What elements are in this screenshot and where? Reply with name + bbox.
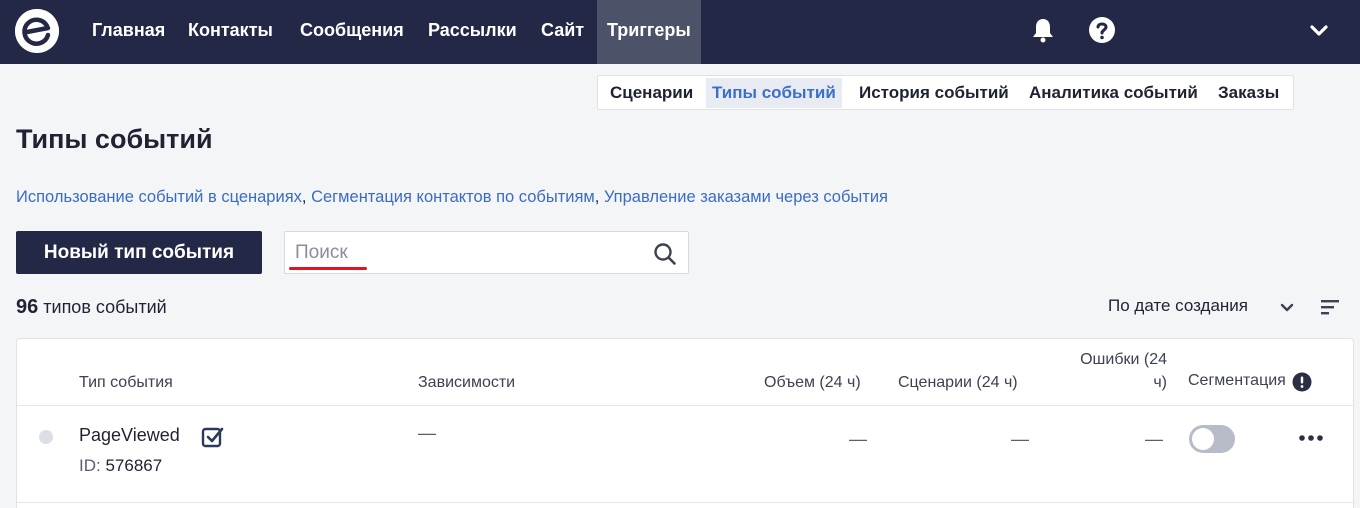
sort-selector[interactable]: По дате создания — [1108, 296, 1248, 316]
help-icon[interactable] — [1088, 16, 1116, 44]
spellcheck-underline — [289, 267, 367, 270]
nav-item-mailings[interactable]: Рассылки — [428, 0, 517, 64]
brand-logo-icon[interactable] — [15, 9, 59, 53]
tab-event-history[interactable]: История событий — [853, 78, 1015, 108]
more-actions-icon[interactable] — [1297, 431, 1325, 443]
column-header-segmentation[interactable]: Сегментация — [1188, 372, 1286, 390]
count-value: 96 — [16, 296, 39, 318]
nav-item-site[interactable]: Сайт — [541, 0, 584, 64]
link-events-in-scenarios[interactable]: Использование событий в сценариях — [16, 188, 302, 206]
segmentation-toggle[interactable] — [1189, 425, 1235, 453]
nav-item-messages[interactable]: Сообщения — [300, 0, 404, 64]
nav-item-triggers[interactable]: Триггеры — [597, 0, 701, 64]
status-dot-icon — [39, 430, 53, 444]
column-header-volume[interactable]: Объем (24 ч) — [764, 374, 861, 392]
errors-value: — — [1145, 429, 1163, 449]
nav-item-contacts[interactable]: Контакты — [188, 0, 273, 64]
info-icon[interactable] — [1292, 372, 1312, 392]
scenarios-value: — — [1011, 429, 1029, 449]
subnav-tabs: Сценарии Типы событий История событий Ан… — [597, 75, 1294, 110]
link-separator: , — [301, 188, 312, 206]
link-separator: , — [594, 188, 604, 206]
link-orders-management[interactable]: Управление заказами через события — [604, 188, 888, 206]
event-id-label: ID: — [79, 456, 101, 475]
sort-order-icon[interactable] — [1320, 298, 1340, 316]
tab-event-analytics[interactable]: Аналитика событий — [1023, 78, 1204, 108]
checkbox-edit-icon[interactable] — [201, 425, 225, 449]
link-contact-segmentation[interactable]: Сегментация контактов по событиям — [311, 188, 595, 206]
page-title: Типы событий — [16, 124, 213, 154]
event-types-table: Тип события Зависимости Объем (24 ч) Сце… — [16, 338, 1354, 508]
new-event-type-button[interactable]: Новый тип события — [16, 231, 262, 274]
search-input[interactable] — [295, 240, 635, 266]
tab-event-types[interactable]: Типы событий — [706, 78, 842, 108]
column-header-errors-line1[interactable]: Ошибки (24 — [1059, 351, 1167, 369]
tab-orders[interactable]: Заказы — [1212, 78, 1285, 108]
column-header-event-type[interactable]: Тип события — [79, 374, 173, 392]
column-header-dependencies[interactable]: Зависимости — [418, 374, 515, 392]
top-navigation: Главная Контакты Сообщения Рассылки Сайт… — [0, 0, 1360, 64]
column-header-scenarios[interactable]: Сценарии (24 ч) — [898, 374, 1018, 392]
header-divider — [17, 405, 1353, 406]
event-id: ID: 576867 — [79, 456, 162, 476]
bell-icon[interactable] — [1029, 16, 1057, 44]
tab-scenarios[interactable]: Сценарии — [604, 78, 699, 108]
volume-value: — — [849, 429, 867, 449]
event-types-count: 96 типов событий — [16, 296, 167, 319]
event-name[interactable]: PageViewed — [79, 425, 180, 446]
nav-item-home[interactable]: Главная — [92, 0, 165, 64]
dependencies-value: — — [418, 423, 436, 443]
row-divider — [17, 502, 1353, 503]
toggle-knob — [1192, 428, 1214, 450]
column-header-errors-line2[interactable]: ч) — [1059, 374, 1167, 392]
chevron-down-icon[interactable] — [1305, 16, 1333, 44]
chevron-down-icon[interactable] — [1278, 298, 1296, 316]
count-label: типов событий — [43, 297, 167, 317]
event-id-value: 576867 — [105, 456, 163, 475]
search-icon[interactable] — [653, 242, 677, 266]
search-box — [284, 231, 689, 274]
help-links: Использование событий в сценариях, Сегме… — [16, 188, 888, 207]
